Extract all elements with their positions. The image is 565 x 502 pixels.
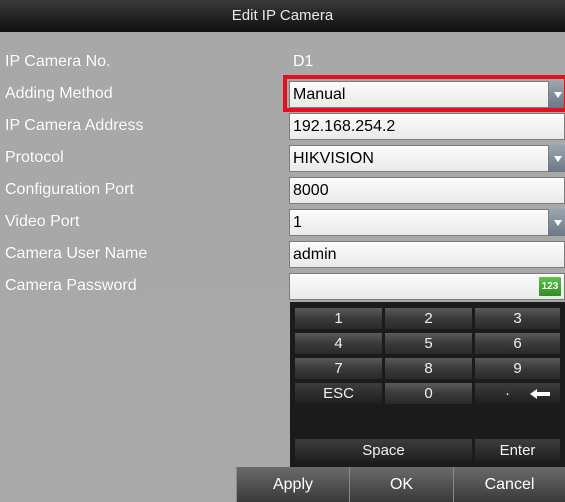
protocol-select[interactable]: HIKVISION [289,145,565,172]
key-0[interactable]: 0 [385,383,472,404]
key-3[interactable]: 3 [475,308,560,329]
config-port-value: 8000 [293,182,329,199]
key-space[interactable]: Space [295,439,472,462]
protocol-value: HIKVISION [293,150,374,167]
user-name-value: admin [293,246,337,263]
key-7[interactable]: 7 [295,358,382,379]
chevron-down-icon[interactable] [548,209,565,236]
adding-method-label: Adding Method [5,85,113,102]
key-5[interactable]: 5 [385,333,472,354]
highlight-box [283,75,565,112]
key-6[interactable]: 6 [475,333,560,354]
key-dot[interactable]: · [505,383,510,404]
key-9[interactable]: 9 [475,358,560,379]
camera-address-input[interactable]: 192.168.254.2 [289,113,565,140]
video-port-label: Video Port [5,213,80,230]
camera-address-label: IP Camera Address [5,117,144,134]
config-port-label: Configuration Port [5,181,134,198]
password-label: Camera Password [5,277,137,294]
input-mode-badge[interactable]: 123 [539,277,561,296]
key-esc[interactable]: ESC [295,383,382,404]
config-port-input[interactable]: 8000 [289,177,565,204]
backspace-arrow-icon[interactable] [530,389,550,399]
key-dot-backspace[interactable]: · [475,383,560,404]
dialog-title: Edit IP Camera [0,0,565,32]
protocol-label: Protocol [5,149,64,166]
edit-ip-camera-dialog: Edit IP Camera IP Camera No. D1 Adding M… [0,0,565,502]
user-name-input[interactable]: admin [289,241,565,268]
key-enter[interactable]: Enter [475,439,560,462]
key-1[interactable]: 1 [295,308,382,329]
camera-no-label: IP Camera No. [5,53,111,70]
user-name-label: Camera User Name [5,245,148,262]
on-screen-keypad: 1 2 3 4 5 6 7 8 9 ESC 0 · Space Enter [290,302,565,467]
key-4[interactable]: 4 [295,333,382,354]
key-2[interactable]: 2 [385,308,472,329]
chevron-down-icon[interactable] [548,145,565,172]
camera-address-value: 192.168.254.2 [293,118,396,135]
camera-no-value: D1 [293,53,314,70]
cancel-button[interactable]: Cancel [453,467,565,502]
password-input[interactable]: 123 [289,273,565,300]
video-port-select[interactable]: 1 [289,209,565,236]
video-port-value: 1 [293,214,302,231]
key-8[interactable]: 8 [385,358,472,379]
apply-button[interactable]: Apply [236,467,349,502]
ok-button[interactable]: OK [349,467,453,502]
